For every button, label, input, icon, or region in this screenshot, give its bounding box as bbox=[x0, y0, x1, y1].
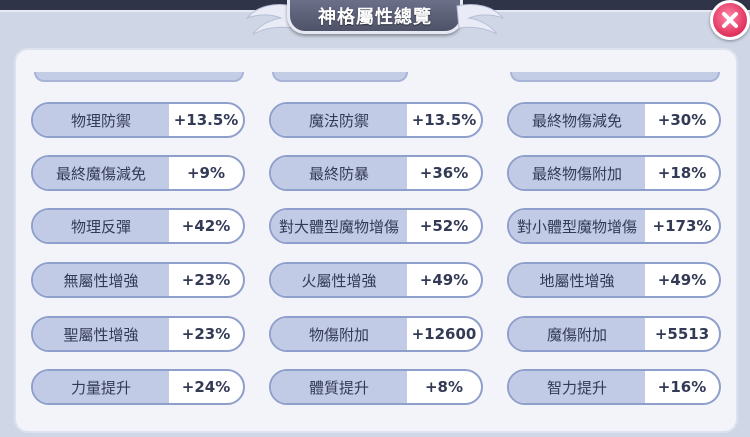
stat-value: +5513 bbox=[654, 325, 710, 343]
stat-value: +23% bbox=[181, 325, 231, 343]
stat-value: +42% bbox=[181, 217, 231, 235]
stat-value: +30% bbox=[657, 111, 707, 129]
stat-value: +16% bbox=[657, 378, 707, 396]
stat-label: 地屬性增強 bbox=[509, 264, 645, 296]
stat-item: 最終防暴 +36% bbox=[269, 155, 483, 191]
stat-label: 對大體型魔物增傷 bbox=[271, 210, 407, 242]
stat-item: 聖屬性增強 +23% bbox=[31, 316, 245, 352]
stat-value: +23% bbox=[181, 271, 231, 289]
stat-item: 物理防禦 +13.5% bbox=[31, 102, 245, 138]
stat-label: 魔傷附加 bbox=[509, 318, 645, 350]
close-button[interactable] bbox=[710, 0, 750, 40]
stat-item: 體質提升 +8% bbox=[269, 369, 483, 405]
stat-item: 最終物傷附加 +18% bbox=[507, 155, 721, 191]
stat-value: +173% bbox=[652, 217, 712, 235]
stat-label: 智力提升 bbox=[509, 371, 645, 403]
stat-label: 聖屬性增強 bbox=[33, 318, 169, 350]
stat-item: 魔傷附加 +5513 bbox=[507, 316, 721, 352]
title-plate: 神格屬性總覽 bbox=[287, 0, 463, 34]
stat-item: 對小體型魔物增傷 +173% bbox=[507, 208, 721, 244]
stat-label: 最終物傷減免 bbox=[509, 104, 645, 136]
stat-item: 火屬性增強 +49% bbox=[269, 262, 483, 298]
stat-label: 最終防暴 bbox=[271, 157, 407, 189]
stat-item: 物理反彈 +42% bbox=[31, 208, 245, 244]
stat-item: 最終魔傷減免 +9% bbox=[31, 155, 245, 191]
stat-label: 物理防禦 bbox=[33, 104, 169, 136]
stat-label: 力量提升 bbox=[33, 371, 169, 403]
scrolled-row-remnant bbox=[272, 72, 408, 82]
stat-item: 對大體型魔物增傷 +52% bbox=[269, 208, 483, 244]
stat-item: 物傷附加 +12600 bbox=[269, 316, 483, 352]
stat-label: 最終物傷附加 bbox=[509, 157, 645, 189]
stat-item: 最終物傷減免 +30% bbox=[507, 102, 721, 138]
stat-item: 無屬性增強 +23% bbox=[31, 262, 245, 298]
stat-value: +49% bbox=[657, 271, 707, 289]
stat-item: 智力提升 +16% bbox=[507, 369, 721, 405]
stat-item: 魔法防禦 +13.5% bbox=[269, 102, 483, 138]
stat-label: 體質提升 bbox=[271, 371, 407, 403]
stat-label: 火屬性增強 bbox=[271, 264, 407, 296]
stat-label: 物理反彈 bbox=[33, 210, 169, 242]
stat-value: +12600 bbox=[411, 325, 477, 343]
stat-label: 魔法防禦 bbox=[271, 104, 407, 136]
stat-value: +13.5% bbox=[173, 111, 239, 129]
stat-value: +36% bbox=[419, 164, 469, 182]
stat-value: +49% bbox=[419, 271, 469, 289]
stat-value: +13.5% bbox=[411, 111, 477, 129]
stat-value: +24% bbox=[181, 378, 231, 396]
title-banner: 神格屬性總覽 bbox=[245, 0, 505, 44]
stat-value: +52% bbox=[419, 217, 469, 235]
stat-value: +18% bbox=[657, 164, 707, 182]
scrolled-row-remnant bbox=[34, 72, 244, 82]
stat-value: +8% bbox=[424, 378, 464, 396]
stat-value: +9% bbox=[186, 164, 226, 182]
page-title: 神格屬性總覽 bbox=[318, 6, 432, 28]
stat-item: 力量提升 +24% bbox=[31, 369, 245, 405]
stat-label: 無屬性增強 bbox=[33, 264, 169, 296]
right-wing-icon bbox=[456, 4, 505, 35]
stat-label: 最終魔傷減免 bbox=[33, 157, 169, 189]
stat-label: 對小體型魔物增傷 bbox=[509, 210, 645, 242]
close-icon bbox=[722, 12, 738, 28]
stat-item: 地屬性增強 +49% bbox=[507, 262, 721, 298]
stat-label: 物傷附加 bbox=[271, 318, 407, 350]
scrolled-row-remnant bbox=[510, 72, 720, 82]
